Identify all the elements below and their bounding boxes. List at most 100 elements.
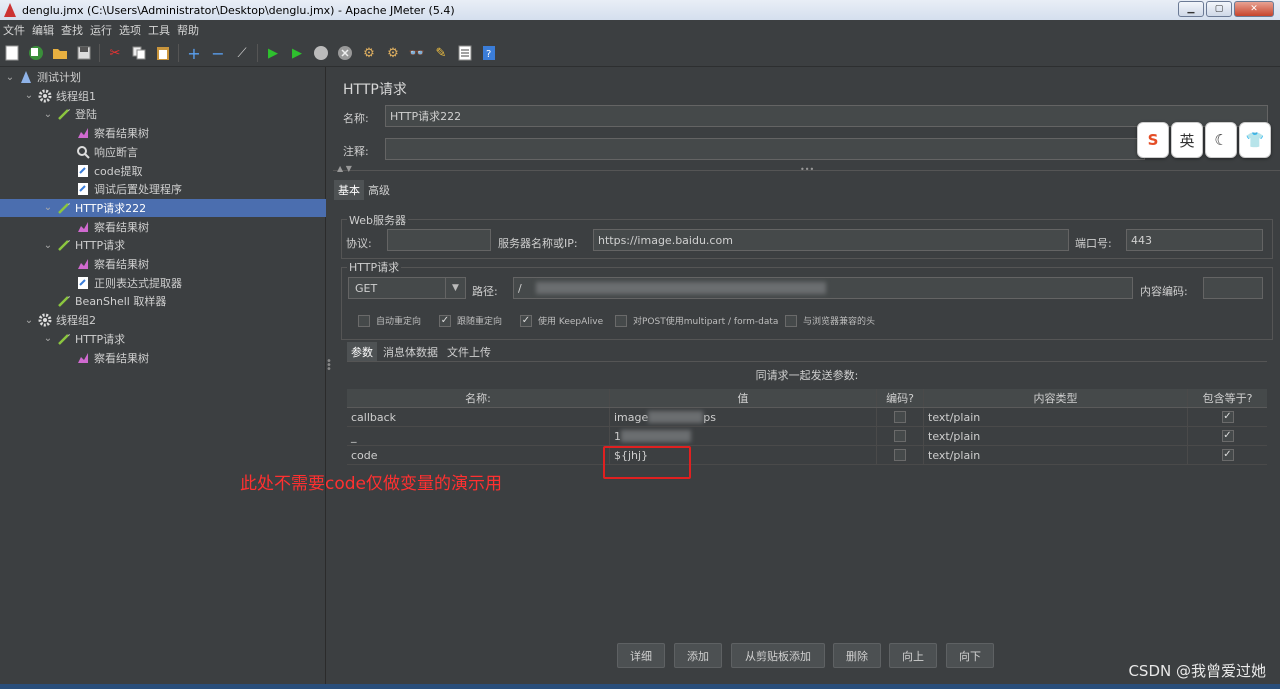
chevron-down-icon[interactable]: ⌄ <box>4 72 16 83</box>
tree-node[interactable]: ⌄ HTTP请求 <box>0 236 326 254</box>
stop-icon[interactable] <box>312 44 330 62</box>
param-name[interactable]: callback <box>347 408 610 426</box>
sogou-logo-icon[interactable]: S <box>1137 122 1169 158</box>
tree-node[interactable]: code提取 <box>0 162 326 180</box>
tab-basic[interactable]: 基本 <box>334 180 364 200</box>
checkbox[interactable]: ✓ <box>439 314 451 327</box>
checkbox[interactable]: ✓ <box>1221 411 1234 423</box>
table-row[interactable]: code ${jhj} text/plain ✓ <box>347 446 1267 465</box>
checkbox-browser-headers[interactable]: 与浏览器兼容的头 <box>785 314 875 327</box>
cut-icon[interactable]: ✂ <box>106 44 124 62</box>
checkbox[interactable] <box>894 430 906 442</box>
checkbox[interactable]: ✓ <box>1221 430 1234 442</box>
menu-help[interactable]: 帮助 <box>177 22 199 38</box>
tree-node[interactable]: 正则表达式提取器 <box>0 274 326 292</box>
save-icon[interactable] <box>75 44 93 62</box>
add-from-clipboard-button[interactable]: 从剪贴板添加 <box>731 643 825 668</box>
tree-node[interactable]: ⌄ HTTP请求 <box>0 330 326 348</box>
chevron-down-icon[interactable]: ⌄ <box>42 202 54 213</box>
language-toggle-button[interactable]: 英 <box>1171 122 1203 158</box>
clear-icon[interactable]: ⚙ <box>360 44 378 62</box>
chevron-down-icon[interactable]: ⌄ <box>23 90 35 101</box>
chevron-down-icon[interactable]: ⌄ <box>42 109 54 120</box>
menu-tools[interactable]: 工具 <box>148 22 170 38</box>
header-content-type[interactable]: 内容类型 <box>924 389 1188 407</box>
chevron-down-icon[interactable]: ⌄ <box>42 333 54 344</box>
close-button[interactable]: ✕ <box>1234 1 1274 17</box>
param-encode[interactable] <box>877 446 924 464</box>
chevron-down-icon[interactable]: ⌄ <box>42 240 54 251</box>
detail-button[interactable]: 详细 <box>617 643 665 668</box>
tree-node[interactable]: 察看结果树 <box>0 349 326 367</box>
delete-button[interactable]: 删除 <box>833 643 881 668</box>
checkbox[interactable]: ✓ <box>520 314 532 327</box>
expand-icon[interactable]: + <box>185 44 203 63</box>
new-icon[interactable] <box>3 44 21 62</box>
param-content-type[interactable]: text/plain <box>924 427 1188 445</box>
checkbox-auto-redirect[interactable]: 自动重定向 <box>358 314 421 327</box>
skin-icon[interactable]: 👕 <box>1239 122 1271 158</box>
function-helper-icon[interactable] <box>456 44 474 62</box>
tree-node[interactable]: BeanShell 取样器 <box>0 292 326 310</box>
checkbox[interactable] <box>358 314 370 327</box>
minimize-button[interactable]: ▁ <box>1178 1 1204 17</box>
tree-node[interactable]: ⌄ 线程组2 <box>0 311 326 329</box>
tree-node[interactable]: ⌄ 测试计划 <box>0 68 326 86</box>
collapse-icon[interactable]: − <box>209 44 227 63</box>
tree-node[interactable]: ⌄ 登陆 <box>0 105 326 123</box>
menu-edit[interactable]: 编辑 <box>32 22 54 38</box>
tree-node[interactable]: 察看结果树 <box>0 218 326 236</box>
tree-node[interactable]: 响应断言 <box>0 143 326 161</box>
encoding-input[interactable] <box>1203 277 1263 299</box>
checkbox-multipart[interactable]: 对POST使用multipart / form-data <box>615 314 778 327</box>
start-no-pause-icon[interactable]: ▶ <box>288 44 306 62</box>
param-encode[interactable] <box>877 427 924 445</box>
chevron-down-icon[interactable]: ▼ <box>445 278 465 298</box>
toggle-icon[interactable]: ⟋ <box>233 44 251 62</box>
subtab-parameters[interactable]: 参数 <box>347 342 377 362</box>
param-value[interactable]: 1 <box>610 427 877 445</box>
subtab-file-upload[interactable]: 文件上传 <box>443 342 495 362</box>
menu-run[interactable]: 运行 <box>90 22 112 38</box>
add-button[interactable]: 添加 <box>674 643 722 668</box>
header-name[interactable]: 名称: <box>347 389 610 407</box>
menu-search[interactable]: 查找 <box>61 22 83 38</box>
maximize-button[interactable]: ▢ <box>1206 1 1232 17</box>
tree-node[interactable]: 察看结果树 <box>0 255 326 273</box>
tab-advanced[interactable]: 高级 <box>364 180 394 200</box>
search-icon[interactable]: 👓 <box>408 44 426 62</box>
tree-node[interactable]: ⌄ 线程组1 <box>0 87 326 105</box>
param-encode[interactable] <box>877 408 924 426</box>
menu-options[interactable]: 选项 <box>119 22 141 38</box>
tree-node[interactable]: 察看结果树 <box>0 124 326 142</box>
tree-node[interactable]: ⌄ HTTP请求222 <box>0 198 326 217</box>
path-input[interactable]: / <box>513 277 1133 299</box>
chevron-down-icon[interactable]: ⌄ <box>23 315 35 326</box>
server-input[interactable]: https://image.baidu.com <box>593 229 1069 251</box>
moon-icon[interactable]: ☾ <box>1205 122 1237 158</box>
method-select[interactable]: GET ▼ <box>348 277 466 299</box>
subtab-body-data[interactable]: 消息体数据 <box>379 342 442 362</box>
param-include-equals[interactable]: ✓ <box>1188 408 1267 426</box>
checkbox[interactable] <box>894 411 906 423</box>
move-down-button[interactable]: 向下 <box>946 643 994 668</box>
collapse-arrows-icon[interactable]: ▲ ▼ <box>337 164 352 173</box>
drag-handle-icon[interactable]: ••• <box>800 165 814 174</box>
shutdown-icon[interactable] <box>336 44 354 62</box>
menu-file[interactable]: 文件 <box>3 22 25 38</box>
checkbox[interactable] <box>785 314 797 327</box>
checkbox-follow-redirects[interactable]: ✓ 跟随重定向 <box>439 314 502 327</box>
paste-icon[interactable] <box>154 44 172 62</box>
move-up-button[interactable]: 向上 <box>889 643 937 668</box>
protocol-input[interactable] <box>387 229 491 251</box>
checkbox[interactable] <box>894 449 906 461</box>
param-value[interactable]: image ps <box>610 408 877 426</box>
table-row[interactable]: _ 1 text/plain ✓ <box>347 427 1267 446</box>
param-name[interactable]: code <box>347 446 610 464</box>
param-content-type[interactable]: text/plain <box>924 408 1188 426</box>
checkbox[interactable]: ✓ <box>1221 449 1234 461</box>
param-name[interactable]: _ <box>347 427 610 445</box>
open-icon[interactable] <box>51 44 69 62</box>
port-input[interactable]: 443 <box>1126 229 1263 251</box>
templates-icon[interactable] <box>27 44 45 62</box>
